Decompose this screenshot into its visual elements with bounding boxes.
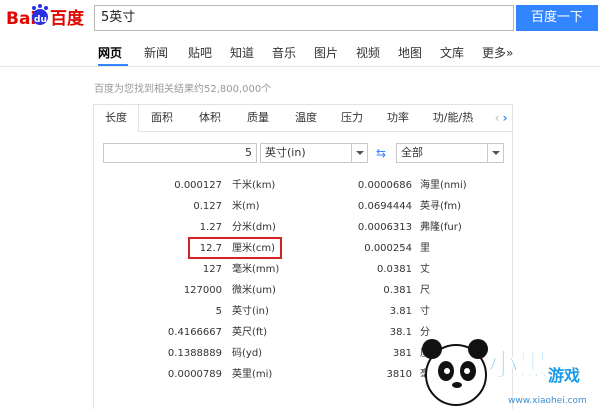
result-unit: 弗隆(fur) (420, 222, 462, 233)
chevron-down-icon (351, 144, 367, 162)
result-unit: 英里(mi) (232, 369, 273, 380)
tab-next-chevron-icon[interactable]: › (498, 110, 512, 126)
nav-item-wenku[interactable]: 文库 (440, 44, 464, 61)
from-unit-value: 英寸(in) (265, 146, 306, 159)
result-value: 0.0000789 (167, 369, 222, 380)
result-value: 0.0694444 (357, 201, 412, 212)
nav-item-news[interactable]: 新闻 (144, 44, 168, 61)
result-unit: 分米(dm) (232, 222, 276, 233)
result-value: 38.1 (389, 327, 412, 338)
result-value: 0.1388889 (167, 348, 222, 359)
search-button[interactable]: 百度一下 (516, 5, 598, 31)
result-value: 0.4166667 (167, 327, 222, 338)
result-unit: 毫米(mm) (232, 264, 280, 275)
result-value: 1.27 (199, 222, 222, 233)
result-unit: 里 (420, 243, 430, 254)
logo-bai-text: Bai (6, 9, 36, 29)
result-unit: 英寸(in) (232, 306, 269, 317)
result-unit: 微米(um) (232, 285, 276, 296)
result-value: 0.381 (383, 285, 412, 296)
result-value: 0.0006313 (357, 222, 412, 233)
result-value: 127000 (183, 285, 222, 296)
result-row: 0.127 米(m) 0.0694444 英寻(fm) (94, 196, 514, 218)
value-input[interactable]: 5 (103, 143, 257, 163)
result-unit: 海里(nmi) (420, 180, 467, 191)
watermark-text-1: 小黑 (488, 348, 548, 383)
nav-item-zhidao[interactable]: 知道 (230, 44, 254, 61)
watermark-site: www.xiaohei.com (508, 396, 587, 406)
swap-icon[interactable]: ⇆ (372, 143, 390, 163)
tab-volume[interactable]: 体积 (188, 105, 232, 131)
nav-item-map[interactable]: 地图 (398, 44, 422, 61)
baidu-logo-mark: Bai du 百度 (6, 4, 85, 29)
nav-item-more[interactable]: 更多» (482, 44, 513, 61)
result-value: 0.000254 (364, 243, 412, 254)
tab-power[interactable]: 功率 (376, 105, 420, 131)
result-value: 0.0000686 (357, 180, 412, 191)
nav-item-tieba[interactable]: 贴吧 (188, 44, 212, 61)
result-row: 5 英寸(in) 3.81 寸 (94, 301, 514, 323)
logo-baidu-cn-text: 百度 (50, 8, 85, 29)
result-value: 381 (392, 348, 412, 359)
search-input[interactable]: 5英寸 (94, 5, 514, 31)
result-row: 127 毫米(mm) 0.0381 丈 (94, 259, 514, 281)
result-unit: 英尺(ft) (232, 327, 268, 338)
nav-item-music[interactable]: 音乐 (272, 44, 296, 61)
nav-item-video[interactable]: 视频 (356, 44, 380, 61)
result-value: 5 (215, 306, 222, 317)
result-value: 12.7 (199, 243, 222, 254)
watermark: 小黑 游戏 www.xiaohei.com (416, 323, 600, 413)
nav-item-images[interactable]: 图片 (314, 44, 338, 61)
result-unit: 米(m) (232, 201, 260, 212)
result-value: 3.81 (389, 306, 412, 317)
result-value: 0.0381 (377, 264, 412, 275)
panda-mascot-icon: 小黑 游戏 www.xiaohei.com (422, 339, 587, 406)
tab-work-energy-heat[interactable]: 功/能/热 (422, 105, 484, 131)
result-value: 0.127 (193, 201, 222, 212)
result-unit: 丈 (420, 264, 430, 275)
result-unit: 寸 (420, 306, 430, 317)
tab-pressure[interactable]: 压力 (330, 105, 374, 131)
tab-temperature[interactable]: 温度 (284, 105, 328, 131)
baidu-logo[interactable]: Bai du 百度 (6, 4, 90, 30)
result-row: 1.27 分米(dm) 0.0006313 弗隆(fur) (94, 217, 514, 239)
converter-tabs: 长度 面积 体积 质量 温度 压力 功率 功/能/热 ‹ › (94, 105, 512, 132)
result-value: 3810 (386, 369, 412, 380)
result-row: 127000 微米(um) 0.381 尺 (94, 280, 514, 302)
result-unit: 厘米(cm) (232, 243, 276, 254)
nav-divider (0, 66, 600, 67)
result-unit: 英寻(fm) (420, 201, 462, 212)
to-unit-value: 全部 (401, 146, 423, 159)
result-row: 0.000127 千米(km) 0.0000686 海里(nmi) (94, 175, 514, 197)
logo-du-text: du (34, 15, 47, 25)
to-unit-select[interactable]: 全部 (396, 143, 504, 163)
result-value: 0.000127 (174, 180, 222, 191)
chevron-down-icon (487, 144, 503, 162)
tab-mass[interactable]: 质量 (236, 105, 280, 131)
result-unit: 千米(km) (232, 180, 276, 191)
result-row: 12.7 厘米(cm) 0.000254 里 (94, 238, 514, 260)
result-unit: 码(yd) (232, 348, 263, 359)
result-count: 百度为您找到相关结果约52,800,000个 (94, 84, 272, 95)
watermark-text-2: 游戏 (548, 366, 580, 385)
nav-item-web[interactable]: 网页 (98, 44, 122, 61)
tab-area[interactable]: 面积 (140, 105, 184, 131)
tab-length[interactable]: 长度 (94, 105, 139, 132)
from-unit-select[interactable]: 英寸(in) (260, 143, 368, 163)
result-value: 127 (202, 264, 222, 275)
result-unit: 尺 (420, 285, 430, 296)
